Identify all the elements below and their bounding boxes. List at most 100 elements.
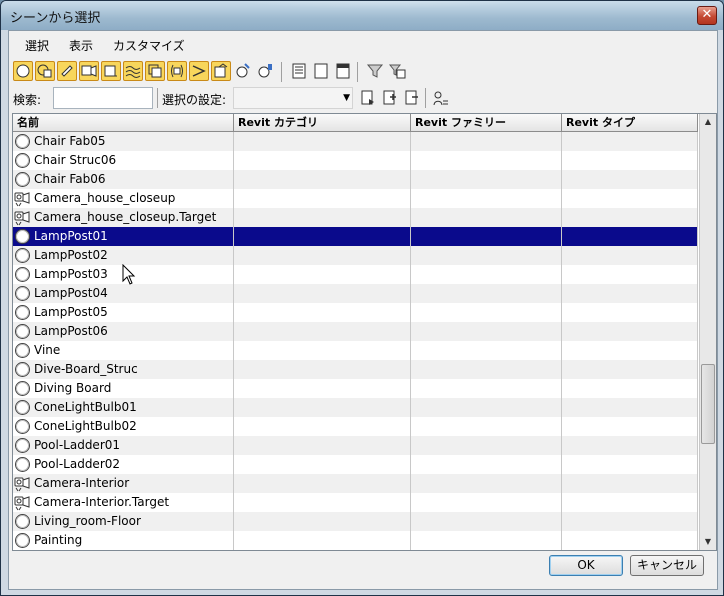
cell-name[interactable]: Camera-Interior — [13, 474, 234, 493]
cell-revit-category — [234, 341, 411, 360]
menu-customize[interactable]: カスタマイズ — [113, 37, 185, 54]
row-label: LampPost02 — [34, 248, 108, 262]
camera-icon — [14, 475, 31, 492]
toolbar-button-container[interactable] — [211, 61, 231, 81]
cell-name[interactable]: LampPost04 — [13, 284, 234, 303]
table-row[interactable]: Chair Fab05 — [13, 132, 698, 151]
search-input[interactable] — [53, 87, 153, 109]
cell-name[interactable]: LampPost02 — [13, 246, 234, 265]
row-label: Vine — [34, 343, 61, 357]
toolbar-button-xref[interactable] — [167, 61, 187, 81]
window-title: シーンから選択 — [10, 11, 101, 26]
table-row[interactable]: Chair Fab06 — [13, 170, 698, 189]
cell-name[interactable]: Pool-Ladder02 — [13, 455, 234, 474]
toolbar-button-select-none[interactable] — [311, 61, 331, 81]
table-row[interactable]: LampPost04 — [13, 284, 698, 303]
table-row[interactable]: Camera_house_closeup — [13, 189, 698, 208]
toolbar-button-camera[interactable] — [79, 61, 99, 81]
cell-name[interactable]: Chair Fab05 — [13, 132, 234, 151]
cell-name[interactable]: Chair Struc06 — [13, 151, 234, 170]
toolbar-button-light[interactable] — [57, 61, 77, 81]
table-row[interactable]: Painting — [13, 531, 698, 550]
table-row[interactable]: Living_room-Floor — [13, 512, 698, 531]
geometry-icon — [14, 285, 31, 302]
menu-view[interactable]: 表示 — [69, 37, 93, 54]
cell-name[interactable]: Camera_house_closeup.Target — [13, 208, 234, 227]
table-row[interactable]: Pool-Ladder02 — [13, 455, 698, 474]
table-row[interactable]: LampPost03 — [13, 265, 698, 284]
cell-revit-type — [562, 265, 698, 284]
column-header-name[interactable]: 名前 — [13, 114, 234, 131]
table-row[interactable]: Vine — [13, 341, 698, 360]
table-row[interactable]: LampPost02 — [13, 246, 698, 265]
cell-name[interactable]: Camera_house_closeup — [13, 189, 234, 208]
toolbar-button-filter-options[interactable] — [387, 61, 407, 81]
cell-name[interactable]: Pool-Ladder01 — [13, 436, 234, 455]
selection-set-combo[interactable]: ▼ — [233, 87, 353, 109]
geometry-icon — [14, 247, 31, 264]
cell-revit-type — [562, 512, 698, 531]
toolbar-button-bone[interactable] — [189, 61, 209, 81]
cell-revit-type — [562, 360, 698, 379]
create-selection-set-icon[interactable] — [359, 89, 377, 107]
cell-name[interactable]: Dive-Board_Struc — [13, 360, 234, 379]
table-row[interactable]: Diving Board — [13, 379, 698, 398]
cell-revit-type — [562, 132, 698, 151]
table-row[interactable]: LampPost01 — [13, 227, 698, 246]
ok-button[interactable]: OK — [549, 555, 623, 576]
add-to-selection-set-icon[interactable] — [381, 89, 399, 107]
cell-name[interactable]: Painting — [13, 531, 234, 550]
cell-name[interactable]: LampPost05 — [13, 303, 234, 322]
table-row[interactable]: Dive-Board_Struc — [13, 360, 698, 379]
table-row[interactable]: Pool-Ladder01 — [13, 436, 698, 455]
chevron-down-icon[interactable]: ▼ — [343, 93, 350, 103]
toolbar-button-frozen[interactable] — [233, 61, 253, 81]
cell-name[interactable]: Diving Board — [13, 379, 234, 398]
menu-select[interactable]: 選択 — [25, 37, 49, 54]
cell-name[interactable]: LampPost01 — [13, 227, 234, 246]
table-row[interactable]: Chair Struc06 — [13, 151, 698, 170]
toolbar-button-filter[interactable] — [365, 61, 385, 81]
frozen-icon — [236, 63, 250, 78]
toolbar-button-helper[interactable] — [101, 61, 121, 81]
toolbar-button-spacewarp[interactable] — [123, 61, 143, 81]
cell-name[interactable]: Vine — [13, 341, 234, 360]
cell-name[interactable]: Chair Fab06 — [13, 170, 234, 189]
column-header-revit-type[interactable]: Revit タイプ — [562, 114, 698, 131]
search-row: 検索: 選択の設定: ▼ — [9, 87, 717, 111]
select-dependents-icon[interactable] — [431, 89, 449, 107]
cell-name[interactable]: ConeLightBulb01 — [13, 398, 234, 417]
table-row[interactable]: Camera_house_closeup.Target — [13, 208, 698, 227]
scroll-up-icon[interactable]: ▲ — [700, 114, 716, 130]
scroll-down-icon[interactable]: ▼ — [700, 534, 716, 550]
cell-revit-family — [411, 265, 562, 284]
cancel-button[interactable]: キャンセル — [630, 555, 704, 576]
table-row[interactable]: LampPost05 — [13, 303, 698, 322]
cell-revit-type — [562, 455, 698, 474]
cell-revit-family — [411, 417, 562, 436]
remove-from-selection-set-icon[interactable] — [403, 89, 421, 107]
scrollbar-thumb[interactable] — [701, 364, 715, 444]
cell-name[interactable]: ConeLightBulb02 — [13, 417, 234, 436]
close-button[interactable]: ✕ — [697, 6, 717, 25]
camera-icon — [14, 209, 31, 226]
toolbar-button-group[interactable] — [145, 61, 165, 81]
table-row[interactable]: LampPost06 — [13, 322, 698, 341]
cell-name[interactable]: Camera-Interior.Target — [13, 493, 234, 512]
cell-name[interactable]: LampPost06 — [13, 322, 234, 341]
toolbar-button-hidden[interactable] — [255, 61, 275, 81]
vertical-scrollbar[interactable]: ▲ ▼ — [699, 114, 716, 550]
cell-name[interactable]: Living_room-Floor — [13, 512, 234, 531]
cell-revit-category — [234, 398, 411, 417]
toolbar-button-shape[interactable] — [35, 61, 55, 81]
table-row[interactable]: ConeLightBulb02 — [13, 417, 698, 436]
title-bar[interactable]: シーンから選択 ✕ — [1, 1, 723, 30]
table-row[interactable]: ConeLightBulb01 — [13, 398, 698, 417]
table-row[interactable]: Camera-Interior.Target — [13, 493, 698, 512]
table-row[interactable]: Camera-Interior — [13, 474, 698, 493]
toolbar-button-select-invert[interactable] — [333, 61, 353, 81]
column-header-revit-family[interactable]: Revit ファミリー — [411, 114, 562, 131]
column-header-revit-category[interactable]: Revit カテゴリ — [234, 114, 411, 131]
toolbar-button-select-all[interactable] — [289, 61, 309, 81]
toolbar-button-geometry[interactable] — [13, 61, 33, 81]
